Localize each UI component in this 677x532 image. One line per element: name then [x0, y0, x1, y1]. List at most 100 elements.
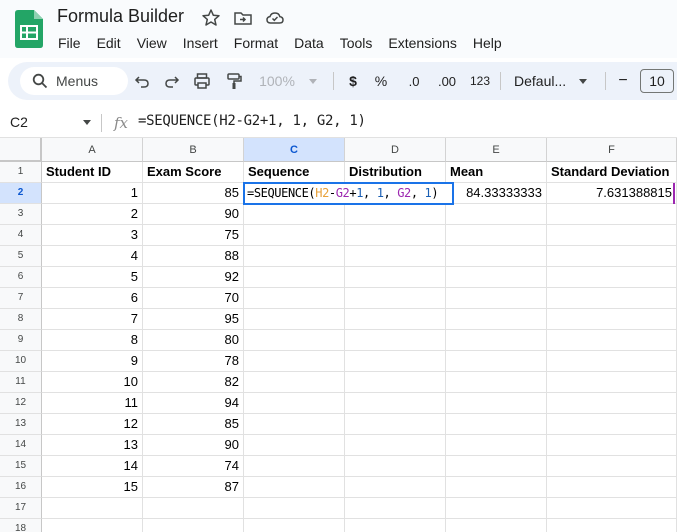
cell-e1[interactable]: Mean — [446, 162, 547, 183]
cell-a14[interactable]: 13 — [42, 435, 143, 456]
cell-e7[interactable] — [446, 288, 547, 309]
number-format-button[interactable]: 123 — [466, 62, 494, 100]
cell-f4[interactable] — [547, 225, 677, 246]
row-header-3[interactable]: 3 — [0, 204, 42, 225]
cell-b7[interactable]: 70 — [143, 288, 244, 309]
menu-format[interactable]: Format — [226, 33, 286, 53]
row-header-9[interactable]: 9 — [0, 330, 42, 351]
cell-b13[interactable]: 85 — [143, 414, 244, 435]
cell-d5[interactable] — [345, 246, 446, 267]
cell-f14[interactable] — [547, 435, 677, 456]
cell-d3[interactable] — [345, 204, 446, 225]
cell-b12[interactable]: 94 — [143, 393, 244, 414]
menus-search[interactable]: Menus — [20, 67, 128, 95]
row-header-14[interactable]: 14 — [0, 435, 42, 456]
cell-a16[interactable]: 15 — [42, 477, 143, 498]
percent-button[interactable]: % — [369, 62, 393, 100]
cell-f3[interactable] — [547, 204, 677, 225]
cell-b1[interactable]: Exam Score — [143, 162, 244, 183]
cell-c7[interactable] — [244, 288, 345, 309]
row-header-11[interactable]: 11 — [0, 372, 42, 393]
cell-c16[interactable] — [244, 477, 345, 498]
cell-b4[interactable]: 75 — [143, 225, 244, 246]
cell-d9[interactable] — [345, 330, 446, 351]
name-box[interactable]: C2 — [10, 114, 28, 130]
cell-a13[interactable]: 12 — [42, 414, 143, 435]
print-button[interactable] — [188, 62, 216, 100]
cell-e10[interactable] — [446, 351, 547, 372]
row-header-12[interactable]: 12 — [0, 393, 42, 414]
cell-a6[interactable]: 5 — [42, 267, 143, 288]
cell-c15[interactable] — [244, 456, 345, 477]
font-size-input[interactable]: 10 — [640, 69, 674, 93]
cell-e16[interactable] — [446, 477, 547, 498]
menu-edit[interactable]: Edit — [89, 33, 129, 53]
cell-e9[interactable] — [446, 330, 547, 351]
cell-a15[interactable]: 14 — [42, 456, 143, 477]
cell-d7[interactable] — [345, 288, 446, 309]
increase-decimal-button[interactable]: .00 — [433, 62, 461, 100]
row-header-7[interactable]: 7 — [0, 288, 42, 309]
cell-d14[interactable] — [345, 435, 446, 456]
row-header-4[interactable]: 4 — [0, 225, 42, 246]
cell-b3[interactable]: 90 — [143, 204, 244, 225]
cell-editor-c2[interactable]: =SEQUENCE(H2-G2+1, 1, G2, 1) — [243, 182, 454, 205]
cell-f2[interactable]: 7.631388815 — [547, 183, 677, 204]
menu-view[interactable]: View — [129, 33, 175, 53]
row-header-16[interactable]: 16 — [0, 477, 42, 498]
cell-d15[interactable] — [345, 456, 446, 477]
row-header-1[interactable]: 1 — [0, 162, 42, 183]
cell-f6[interactable] — [547, 267, 677, 288]
row-header-18[interactable]: 18 — [0, 519, 42, 532]
cell-c17[interactable] — [244, 498, 345, 519]
cell-b9[interactable]: 80 — [143, 330, 244, 351]
row-header-17[interactable]: 17 — [0, 498, 42, 519]
zoom-select[interactable]: 100% — [254, 62, 322, 100]
cell-f5[interactable] — [547, 246, 677, 267]
cell-d8[interactable] — [345, 309, 446, 330]
cell-e3[interactable] — [446, 204, 547, 225]
cell-f12[interactable] — [547, 393, 677, 414]
cell-c13[interactable] — [244, 414, 345, 435]
cell-a7[interactable]: 6 — [42, 288, 143, 309]
cell-d1[interactable]: Distribution — [345, 162, 446, 183]
cell-f1[interactable]: Standard Deviation — [547, 162, 677, 183]
select-all-corner[interactable] — [0, 138, 42, 162]
column-header-c[interactable]: C — [244, 138, 345, 162]
column-header-d[interactable]: D — [345, 138, 446, 162]
column-header-b[interactable]: B — [143, 138, 244, 162]
cloud-saved-icon[interactable] — [265, 8, 285, 28]
move-folder-icon[interactable] — [233, 8, 253, 28]
cell-d6[interactable] — [345, 267, 446, 288]
cell-c10[interactable] — [244, 351, 345, 372]
cell-e5[interactable] — [446, 246, 547, 267]
cell-e18[interactable] — [446, 519, 547, 532]
cell-e12[interactable] — [446, 393, 547, 414]
cell-e2[interactable]: 84.33333333 — [446, 183, 547, 204]
menu-insert[interactable]: Insert — [175, 33, 226, 53]
cell-b10[interactable]: 78 — [143, 351, 244, 372]
cell-c4[interactable] — [244, 225, 345, 246]
cell-d11[interactable] — [345, 372, 446, 393]
cell-b11[interactable]: 82 — [143, 372, 244, 393]
cell-b6[interactable]: 92 — [143, 267, 244, 288]
cell-a3[interactable]: 2 — [42, 204, 143, 225]
decrease-font-size-button[interactable]: − — [612, 62, 634, 100]
cell-e15[interactable] — [446, 456, 547, 477]
cell-b17[interactable] — [143, 498, 244, 519]
row-header-2[interactable]: 2 — [0, 183, 42, 204]
cell-c3[interactable] — [244, 204, 345, 225]
cell-f9[interactable] — [547, 330, 677, 351]
cell-b2[interactable]: 85 — [143, 183, 244, 204]
cell-a18[interactable] — [42, 519, 143, 532]
cell-f17[interactable] — [547, 498, 677, 519]
column-header-f[interactable]: F — [547, 138, 677, 162]
cell-a11[interactable]: 10 — [42, 372, 143, 393]
sheets-logo-icon[interactable] — [15, 10, 43, 48]
menu-tools[interactable]: Tools — [332, 33, 381, 53]
cell-a2[interactable]: 1 — [42, 183, 143, 204]
cell-f18[interactable] — [547, 519, 677, 532]
cell-c14[interactable] — [244, 435, 345, 456]
cell-a9[interactable]: 8 — [42, 330, 143, 351]
cell-a10[interactable]: 9 — [42, 351, 143, 372]
